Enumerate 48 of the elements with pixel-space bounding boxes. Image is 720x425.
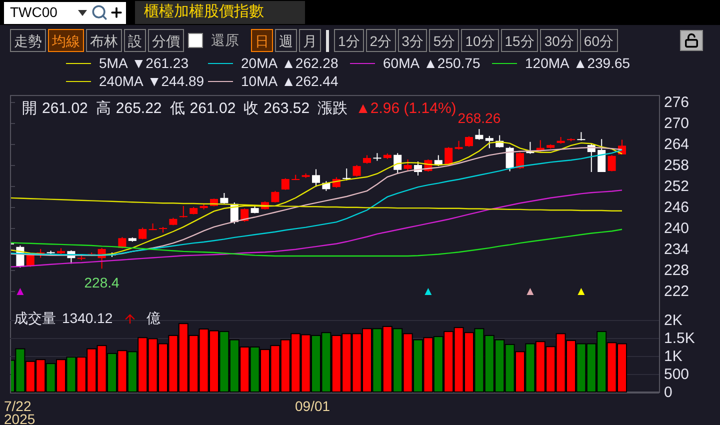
y-axis-label: 240 bbox=[664, 220, 690, 237]
quote-value: 261.02 bbox=[190, 99, 236, 119]
legend-value: ▼261.23 bbox=[132, 54, 188, 72]
low-price-label: 228.4 bbox=[84, 274, 120, 291]
y-axis-label: 264 bbox=[664, 136, 690, 153]
y-axis-label: 222 bbox=[664, 283, 690, 300]
legend-label: 240MA bbox=[99, 72, 144, 90]
legend-label: 10MA bbox=[241, 72, 278, 90]
quote-label: 收 bbox=[244, 99, 259, 119]
y-axis-label: 252 bbox=[664, 178, 690, 195]
change-value: ▲2.96 (1.14%) bbox=[356, 99, 456, 119]
legend-value: ▲262.28 bbox=[282, 54, 338, 72]
change-label: 漲跌 bbox=[318, 99, 348, 119]
y-axis-label: 246 bbox=[664, 199, 690, 216]
y-axis-label: 2K bbox=[664, 312, 682, 329]
quote-value: 263.52 bbox=[264, 99, 310, 119]
legend-value: ▼244.89 bbox=[147, 72, 204, 90]
high-price-label: 268.26 bbox=[458, 110, 501, 126]
quote-value: 265.22 bbox=[116, 99, 162, 119]
x-axis-label: 7/22 bbox=[4, 399, 32, 413]
legend-label: 60MA bbox=[383, 54, 420, 72]
y-axis-label: 228 bbox=[664, 262, 690, 279]
volume-unit: 億 bbox=[146, 309, 161, 328]
y-axis-label: 258 bbox=[664, 157, 690, 174]
y-axis-label: 0 bbox=[664, 384, 672, 399]
legend-label: 5MA bbox=[99, 54, 128, 72]
quote-label: 高 bbox=[96, 99, 111, 119]
quote-label: 低 bbox=[170, 99, 185, 119]
volume-value: 1340.12 bbox=[62, 309, 113, 328]
legend-value: ▲239.65 bbox=[573, 54, 630, 72]
y-axis-label: 1.5K bbox=[664, 330, 695, 347]
volume-label: 成交量 bbox=[14, 309, 56, 328]
quote-label: 開 bbox=[22, 99, 37, 119]
y-axis-label: 276 bbox=[664, 94, 690, 111]
legend-label: 20MA bbox=[241, 54, 278, 72]
legend-value: ▲262.44 bbox=[282, 72, 338, 90]
title-bar: 櫃檯加權股價指數 bbox=[135, 1, 305, 24]
checkbox-label: 還原 bbox=[211, 31, 239, 50]
year-label: 2025 bbox=[4, 412, 36, 425]
legend-label: 120MA bbox=[525, 54, 570, 72]
symbol-value: TWC00 bbox=[10, 3, 58, 22]
legend-value: ▲250.75 bbox=[424, 54, 480, 72]
y-axis-label: 1K bbox=[664, 348, 682, 365]
x-axis-label: 09/01 bbox=[295, 399, 330, 413]
y-axis-label: 270 bbox=[664, 115, 690, 132]
y-axis-label: 500 bbox=[664, 366, 690, 383]
y-axis-label: 234 bbox=[664, 241, 690, 258]
quote-value: 261.02 bbox=[42, 99, 88, 119]
